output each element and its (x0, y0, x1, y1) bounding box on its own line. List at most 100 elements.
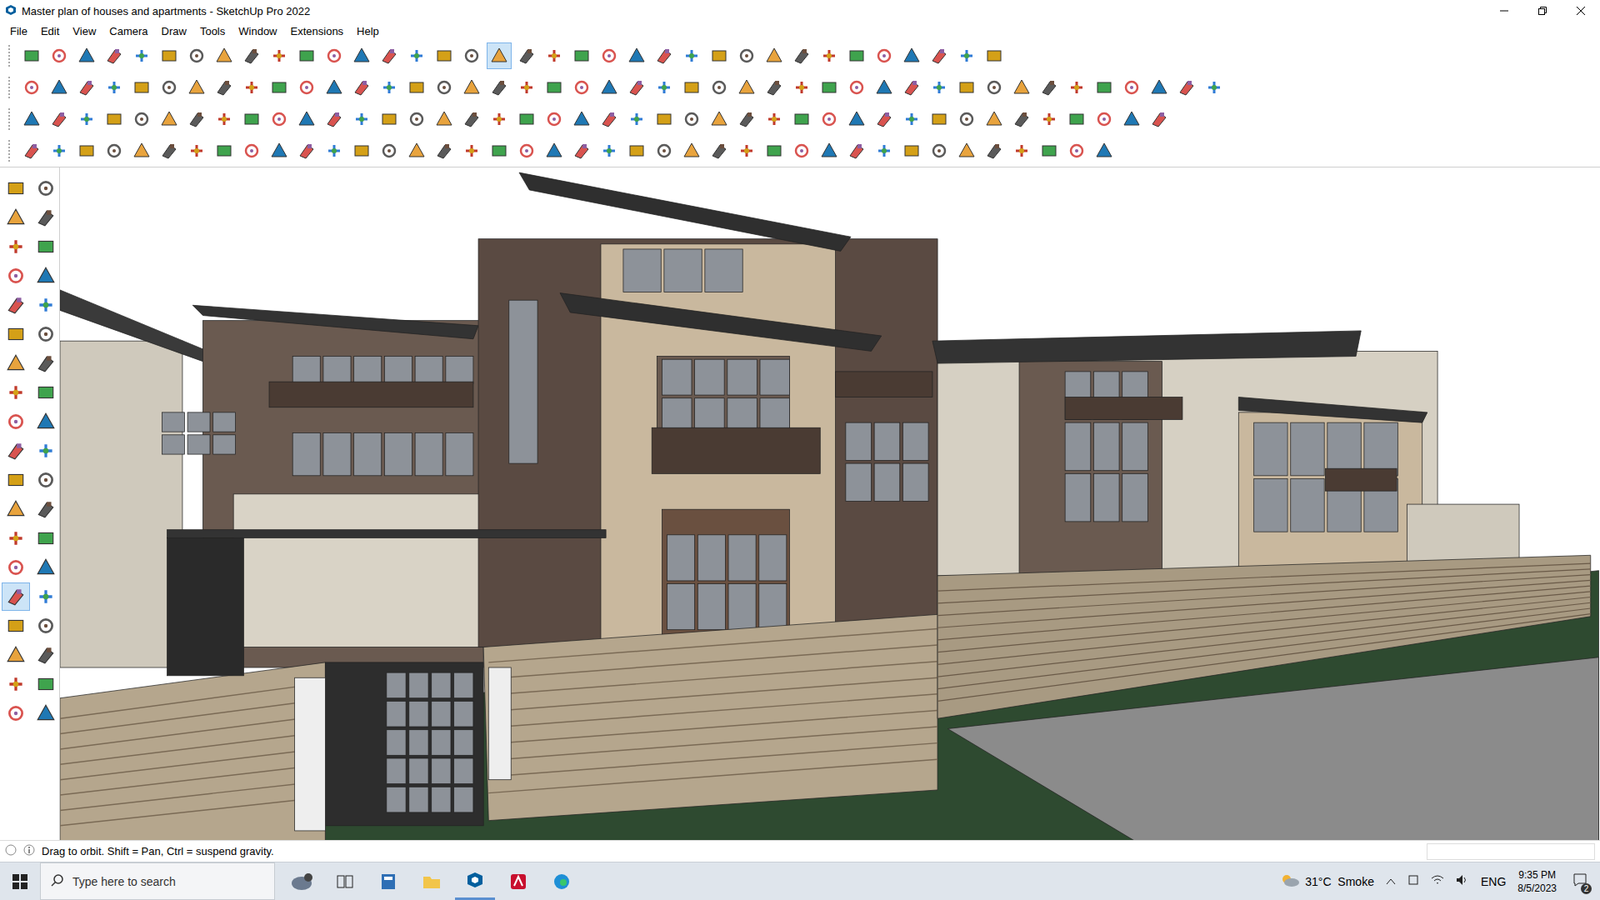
tool-icon[interactable] (19, 105, 45, 133)
tool-icon[interactable] (734, 137, 760, 165)
tool-icon[interactable] (871, 74, 897, 101)
tool-icon[interactable] (1, 524, 30, 553)
measurements-box[interactable] (1426, 843, 1595, 860)
tool-icon[interactable] (31, 174, 60, 203)
tool-icon[interactable] (46, 74, 72, 101)
tool-icon[interactable] (349, 105, 375, 133)
tool-icon[interactable] (1146, 105, 1172, 133)
tool-icon[interactable] (129, 137, 155, 165)
tool-icon[interactable] (46, 137, 72, 165)
close-icon[interactable] (1561, 0, 1600, 22)
tool-icon[interactable] (31, 465, 60, 495)
tool-icon[interactable] (926, 105, 952, 133)
tool-icon[interactable] (926, 42, 952, 70)
tool-icon[interactable] (1064, 74, 1090, 101)
tool-icon[interactable] (266, 74, 292, 101)
tool-icon[interactable] (376, 105, 402, 133)
tool-icon[interactable] (1146, 74, 1172, 101)
task-view-icon[interactable] (325, 862, 365, 900)
tool-icon[interactable] (184, 42, 210, 70)
tool-icon[interactable] (899, 137, 925, 165)
search-box[interactable]: Type here to search (40, 862, 275, 900)
clock[interactable]: 9:35 PM8/5/2023 (1517, 868, 1557, 895)
tool-icon[interactable] (761, 74, 787, 101)
tool-icon[interactable] (211, 42, 237, 70)
tool-icon[interactable] (954, 42, 980, 70)
tool-icon[interactable] (761, 137, 787, 165)
tool-icon[interactable] (706, 105, 732, 133)
tool-icon[interactable] (816, 105, 842, 133)
tool-icon[interactable] (376, 74, 402, 101)
tool-icon[interactable] (129, 42, 155, 70)
tool-icon[interactable] (101, 74, 127, 101)
tool-icon[interactable] (734, 74, 760, 101)
toolbar-grip[interactable] (8, 76, 14, 99)
tool-icon[interactable] (184, 74, 210, 101)
tool-icon[interactable] (239, 105, 265, 133)
tool-icon[interactable] (349, 74, 375, 101)
tool-icon[interactable] (1201, 74, 1227, 101)
tool-icon[interactable] (926, 74, 952, 101)
tool-icon[interactable] (239, 42, 265, 70)
tool-icon[interactable] (679, 137, 705, 165)
tool-icon[interactable] (349, 137, 375, 165)
restore-icon[interactable] (1523, 0, 1562, 22)
tool-icon[interactable] (31, 640, 60, 670)
tool-icon[interactable] (1, 699, 30, 728)
tool-icon[interactable] (74, 42, 100, 70)
menu-item[interactable]: Draw (155, 23, 194, 40)
tool-icon[interactable] (431, 105, 457, 133)
tool-icon[interactable] (349, 42, 375, 70)
tool-icon[interactable] (404, 42, 430, 70)
tool-icon[interactable] (1, 320, 30, 349)
tool-icon[interactable] (1119, 105, 1145, 133)
tool-icon[interactable] (679, 74, 705, 101)
tool-icon[interactable] (596, 137, 622, 165)
toolbar-grip[interactable] (8, 108, 14, 130)
tool-icon[interactable] (239, 137, 265, 165)
tool-icon[interactable] (596, 105, 622, 133)
tool-icon[interactable] (101, 105, 127, 133)
tool-icon[interactable] (431, 137, 457, 165)
tool-icon[interactable] (156, 74, 182, 101)
tool-icon[interactable] (899, 42, 925, 70)
tool-icon[interactable] (1, 407, 30, 436)
tool-icon[interactable] (294, 105, 320, 133)
tool-icon[interactable] (486, 42, 512, 70)
toolbar-grip[interactable] (8, 45, 14, 67)
tool-icon[interactable] (31, 436, 60, 465)
menu-item[interactable]: Tools (193, 23, 232, 40)
tool-icon[interactable] (1091, 74, 1117, 101)
tool-icon[interactable] (1, 670, 30, 699)
tool-icon[interactable] (1, 349, 30, 378)
tool-icon[interactable] (1009, 137, 1035, 165)
tool-icon[interactable] (871, 137, 897, 165)
tool-icon[interactable] (954, 137, 980, 165)
menu-item[interactable]: View (65, 23, 103, 40)
tool-icon[interactable] (954, 105, 980, 133)
tool-icon[interactable] (844, 105, 870, 133)
tool-icon[interactable] (1, 290, 30, 320)
tool-icon[interactable] (1009, 105, 1035, 133)
tool-icon[interactable] (31, 699, 60, 728)
tool-icon[interactable] (541, 42, 567, 70)
volume-icon[interactable] (1455, 874, 1470, 889)
tool-icon[interactable] (981, 137, 1007, 165)
tool-icon[interactable] (321, 74, 347, 101)
tool-icon[interactable] (129, 105, 155, 133)
tool-icon[interactable] (954, 74, 980, 101)
tool-icon[interactable] (541, 137, 567, 165)
tool-icon[interactable] (651, 42, 677, 70)
menu-item[interactable]: Edit (34, 23, 66, 40)
tool-icon[interactable] (431, 42, 457, 70)
tool-icon[interactable] (459, 105, 485, 133)
tool-icon[interactable] (706, 137, 732, 165)
tool-icon[interactable] (74, 74, 100, 101)
tool-icon[interactable] (514, 105, 540, 133)
chevron-icon[interactable] (1385, 875, 1396, 889)
tool-icon[interactable] (651, 137, 677, 165)
tool-icon[interactable] (266, 137, 292, 165)
tool-icon[interactable] (19, 42, 45, 70)
menu-item[interactable]: Help (350, 23, 386, 40)
tool-icon[interactable] (31, 407, 60, 436)
